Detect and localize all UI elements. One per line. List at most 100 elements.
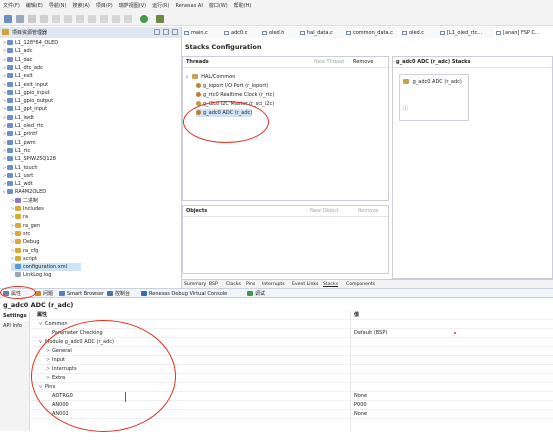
step-over-icon[interactable] [100,15,108,23]
remove-thread-button[interactable]: Remove [353,57,373,67]
view-tab-icon [247,291,253,296]
stacks-title: Stacks Configuration [185,43,262,51]
editor-tabbar: main.c adc0.c oled.h hal_data.c common_data.… [182,27,553,38]
tree-item-label: L1_rtc [15,147,31,154]
tree-item[interactable]: v RA4M2OLED [3,188,46,196]
project-icon [7,164,13,170]
step-return-icon[interactable] [112,15,120,23]
menu-bar: 文件(F) 编辑(E) 导航(N) 搜索(A) 项目(P) 瑞萨视图(V) 运行(R) Ren… [0,0,553,12]
thread-item[interactable]: g_ioport I/O Port (r_ioport) [196,82,268,90]
redo-icon[interactable] [40,15,48,23]
editor-tab[interactable]: [anan] FSP C... [494,28,553,38]
tree-item-label: L1_pwm [15,139,36,146]
menu-item[interactable]: 导航(N) [49,0,67,12]
tree-item[interactable]: > 二进制 [11,197,38,205]
tree-item-label: L1_gpio_input [15,89,50,96]
tree-item[interactable]: > ra [11,213,28,221]
view-tab-icon [141,291,147,296]
project-icon [7,106,13,112]
tree-item-label: L1_exit_input [15,81,49,88]
tree-item[interactable]: > L1_gpt_input [3,105,47,113]
menu-item[interactable]: 编辑(E) [26,0,43,12]
tree-item[interactable]: > Includes [11,205,44,213]
tree-item[interactable]: > script [11,255,37,263]
tree-item[interactable]: > L1_printf [3,130,37,138]
folder-icon [15,206,21,211]
annotation-circle-properties [31,320,176,432]
config-bottom-tabs: Summary BSP Clocks Pins Interrupts Event Link… [182,279,553,289]
tree-item[interactable]: > L1_128*64_OLED [3,39,58,47]
collapse-all-icon[interactable] [154,29,160,35]
file-icon [346,31,351,35]
menu-item[interactable]: 文件(F) [3,0,20,12]
tree-item[interactable]: > L1_iwdt [3,114,34,122]
new-object-button[interactable]: New Object [310,206,339,216]
run-icon[interactable] [140,15,148,23]
tree-item[interactable]: > ra_cfg [11,247,38,255]
tree-item-label: Debug [23,239,40,246]
menu-item[interactable]: 瑞萨视图(V) [119,0,146,12]
project-icon [7,56,13,62]
side-tab[interactable]: Settings [0,311,29,321]
property-value[interactable]: None [354,392,367,400]
maximize-icon[interactable] [172,29,178,35]
tree-item[interactable]: > L1_oled_rtc [3,122,43,130]
property-value[interactable]: None [354,410,367,418]
tree-item[interactable]: > L1_gpio_output [3,97,53,105]
menu-item[interactable]: 窗口(W) [209,0,228,12]
folder-icon [15,255,21,261]
tree-item[interactable]: > L1_rtc [3,147,30,155]
disconnect-icon[interactable] [124,15,132,23]
adc-stack-box[interactable]: g_adc0 ADC (r_adc) ⓘ [399,74,469,121]
side-tab[interactable]: API Info [0,321,29,331]
info-icon[interactable]: ⓘ [403,105,408,112]
tree-item[interactable]: > L1_exit [3,72,33,80]
tree-item[interactable]: LinkLog.log [11,271,51,279]
undo-icon[interactable] [28,15,36,23]
tree-item[interactable]: > src [11,230,30,238]
tree-item[interactable]: > L1_adc [3,47,32,55]
resume-icon[interactable] [64,15,72,23]
step-icon[interactable] [52,15,60,23]
minimize-icon[interactable] [163,29,169,35]
tree-item[interactable]: > L1_dtc_adc [3,64,43,72]
menu-item[interactable]: 帮助(H) [234,0,252,12]
menu-item[interactable]: Renesas AI [175,0,202,12]
tree-item[interactable]: > L1_gpio_input [3,89,50,97]
menu-item[interactable]: 搜索(A) [73,0,90,12]
property-label: Common [45,321,68,327]
tree-item[interactable]: configuration.xml [11,263,81,272]
tree-item[interactable]: > L1_SPIW25Q128 [3,155,56,163]
hal-common-node[interactable]: v HAL/Common [186,73,235,81]
thread-item[interactable]: g_rtc0 Realtime Clock (r_rtc) [196,91,274,99]
terminate-icon[interactable] [76,15,84,23]
menu-item[interactable]: 项目(P) [96,0,113,12]
tree-item[interactable]: > L1_wdt [3,180,33,188]
tree-item-label: Includes [23,206,44,212]
property-value[interactable]: Default (BSP) [354,329,387,337]
cursor-dot [454,332,456,334]
new-thread-button[interactable]: New Thread [314,57,344,67]
tree-item[interactable]: > L1_usrt [3,172,33,180]
tree-item[interactable]: > L1_exit_input [3,81,48,89]
step-into-icon[interactable] [88,15,96,23]
tree-item[interactable]: > L1_dac [3,56,32,64]
remove-object-button[interactable]: Remove [358,206,378,216]
config-icon [15,264,21,270]
debug-icon[interactable] [156,15,164,23]
tree-item[interactable]: > L1_touch [3,164,38,172]
save-icon[interactable] [4,15,12,23]
menu-item[interactable]: 运行(R) [152,0,169,12]
tree-item-label: ra_gen [23,222,41,229]
stack-detail-header: g_adc0 ADC (r_adc) Stacks [393,57,552,68]
view-tab-icon [107,291,113,296]
chevron-down-icon: v [186,74,189,79]
tree-item[interactable]: > ra_gen [11,222,40,230]
tree-item[interactable]: > L1_pwm [3,139,36,147]
editor-tab-label: [anan] FSP C... [503,30,540,36]
property-value[interactable]: P000 [354,401,367,409]
tree-item[interactable]: > Debug [11,238,39,246]
binary-icon [15,197,21,203]
project-explorer-header: 项目资源管理器 [0,27,182,38]
new-icon[interactable] [16,15,24,23]
